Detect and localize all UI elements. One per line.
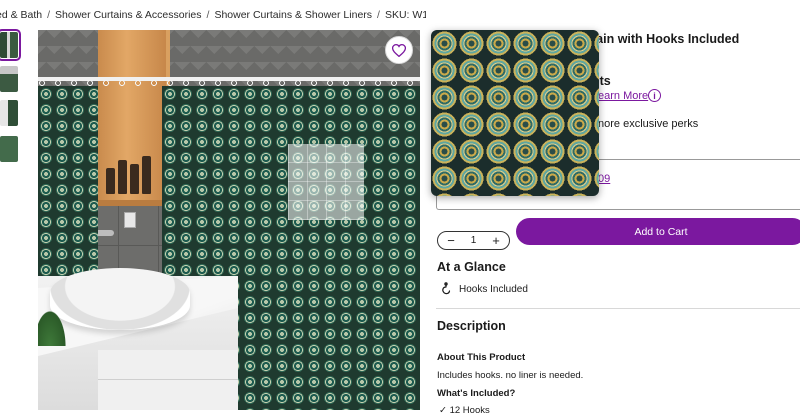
zoomed-swatch-preview: [431, 30, 599, 196]
increase-quantity-button[interactable]: +: [489, 234, 503, 247]
breadcrumb: ed & Bath / Shower Curtains & Accessorie…: [0, 6, 426, 24]
main-product-image[interactable]: [38, 30, 420, 410]
about-product-text: Includes hooks. no liner is needed.: [437, 370, 584, 381]
whats-included-heading: What's Included?: [437, 388, 516, 399]
description-heading[interactable]: Description: [437, 319, 506, 333]
divider: [436, 308, 800, 309]
hook-icon: [442, 282, 451, 295]
quantity-stepper[interactable]: − 1 +: [437, 231, 510, 250]
product-title: tain with Hooks Included: [592, 32, 740, 46]
thumbnail-3[interactable]: [0, 100, 18, 126]
breadcrumb-link-bath[interactable]: ed & Bath: [0, 9, 42, 21]
breadcrumb-separator: /: [47, 9, 51, 21]
perks-text: nore exclusive perks: [598, 118, 699, 130]
curtain-left-panel: [38, 86, 98, 276]
zoom-lens[interactable]: [288, 144, 364, 220]
quantity-value[interactable]: 1: [471, 235, 477, 246]
learn-more-link[interactable]: earn More: [598, 90, 648, 102]
favorite-button[interactable]: [385, 36, 413, 64]
toiletry-bottles: [104, 152, 158, 194]
about-product-heading: About This Product: [437, 352, 526, 363]
breadcrumb-link-shower-curtains-accessories[interactable]: Shower Curtains & Accessories: [55, 9, 201, 21]
add-to-cart-button[interactable]: Add to Cart: [516, 218, 800, 245]
wall-switch: [124, 212, 136, 228]
heart-icon: [392, 43, 406, 57]
breadcrumb-separator: /: [206, 9, 210, 21]
at-a-glance-heading: At a Glance: [437, 260, 506, 274]
plant: [38, 306, 68, 346]
info-icon[interactable]: i: [648, 89, 661, 102]
thumbnail-4[interactable]: [0, 136, 18, 162]
breadcrumb-link-shower-curtains-liners[interactable]: Shower Curtains & Shower Liners: [214, 9, 372, 21]
curtain-rings: [38, 79, 420, 89]
thumbnail-2[interactable]: [0, 66, 18, 92]
included-item: ✓ 12 Hooks: [439, 405, 490, 416]
decrease-quantity-button[interactable]: −: [444, 234, 458, 247]
option-link[interactable]: 09: [598, 173, 610, 185]
vanity-drawers: [98, 350, 238, 410]
breadcrumb-separator: /: [377, 9, 380, 21]
thumbnail-1[interactable]: [0, 29, 21, 61]
glance-item-hooks-included: Hooks Included: [459, 284, 528, 295]
sku-label: SKU: W110371334: [384, 9, 426, 21]
vessel-sink: [50, 268, 190, 330]
